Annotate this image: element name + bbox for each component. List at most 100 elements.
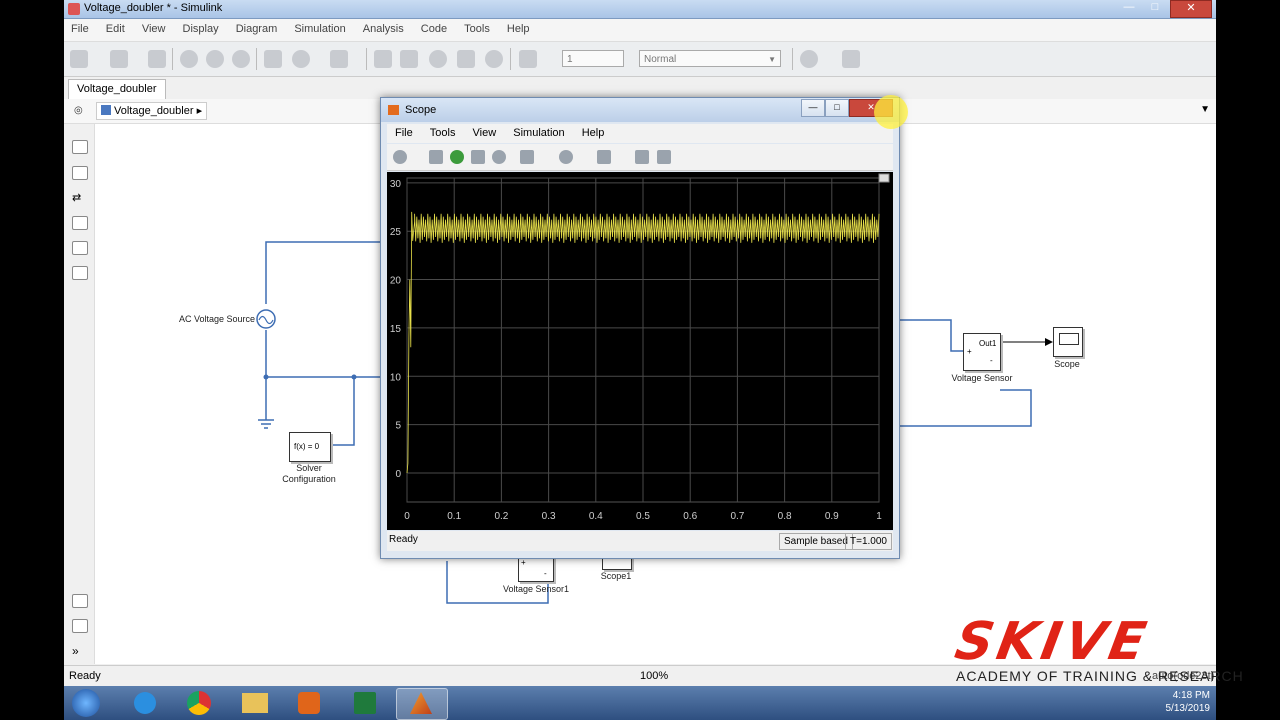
- highlight-simulink-block-icon[interactable]: [520, 150, 534, 164]
- annotation-icon[interactable]: [72, 216, 88, 230]
- data-inspector-icon[interactable]: [519, 50, 537, 68]
- image-icon[interactable]: [72, 241, 88, 255]
- chrome-icon: [187, 691, 211, 715]
- model-advisor-icon[interactable]: [800, 50, 818, 68]
- scope-plot-area[interactable]: 0 0.1 0.2 0.3 0.4 0.5 0.6 0.7 0.8 0.9 1 0 5 10 15 20 25 3…: [387, 172, 893, 530]
- step-back-icon[interactable]: [374, 50, 392, 68]
- gear-icon[interactable]: [393, 150, 407, 164]
- toolbar: 1 Normal ▼: [64, 42, 1216, 77]
- scope-menu-view[interactable]: View: [465, 124, 503, 139]
- excel-icon: [354, 692, 376, 714]
- solver-configuration-block[interactable]: f(x) = 0: [289, 432, 331, 462]
- scope-minimize-button[interactable]: —: [801, 99, 825, 117]
- menu-help[interactable]: Help: [500, 19, 537, 35]
- y-tick-label: 20: [390, 276, 402, 287]
- scope-menu-file[interactable]: File: [387, 124, 419, 139]
- library-browser-icon[interactable]: [264, 50, 282, 68]
- new-model-icon[interactable]: [70, 50, 88, 68]
- junction-dot: [263, 374, 269, 380]
- taskbar-file-explorer[interactable]: [230, 688, 280, 718]
- x-tick-label: 1: [876, 511, 882, 522]
- voltage-sensor-block[interactable]: Out1 + -: [963, 333, 1001, 371]
- forward-arrow-icon[interactable]: [206, 50, 224, 68]
- camera-icon[interactable]: [72, 594, 88, 608]
- breadcrumb[interactable]: Voltage_doubler ▸: [96, 102, 208, 120]
- wire-sensor-plus[interactable]: [899, 319, 963, 352]
- build-model-icon[interactable]: [842, 50, 860, 68]
- y-tick-label: 25: [390, 227, 402, 238]
- taskbar-excel[interactable]: [340, 688, 390, 718]
- scope-menu-help[interactable]: Help: [574, 124, 611, 139]
- taskbar-internet-explorer[interactable]: [120, 688, 170, 718]
- open-icon[interactable]: [110, 50, 128, 68]
- taskbar-chrome[interactable]: [174, 688, 224, 718]
- close-button[interactable]: ✕: [1170, 0, 1212, 18]
- status-ready: Ready: [69, 670, 101, 682]
- simulation-mode-select[interactable]: Normal ▼: [639, 50, 781, 67]
- step-back-small-icon[interactable]: [400, 50, 418, 68]
- solver-label-line1: Solver: [296, 463, 322, 473]
- stop-time-input[interactable]: 1: [562, 50, 624, 67]
- taskbar-media-player[interactable]: [284, 688, 334, 718]
- scope-menu-simulation[interactable]: Simulation: [505, 124, 570, 139]
- up-arrow-icon[interactable]: [232, 50, 250, 68]
- menu-file[interactable]: File: [64, 19, 96, 35]
- zoom-in-icon[interactable]: [559, 150, 573, 164]
- logo-brand: SKIVE: [950, 612, 1155, 672]
- internet-explorer-icon: [134, 692, 156, 714]
- scope-block[interactable]: [1053, 327, 1083, 357]
- y-tick-label: 30: [390, 179, 402, 190]
- run-icon[interactable]: [450, 150, 464, 164]
- scale-axes-icon[interactable]: [597, 150, 611, 164]
- scope-maximize-button[interactable]: □: [825, 99, 849, 117]
- run-icon[interactable]: [429, 50, 447, 68]
- simulink-app-icon: [68, 3, 80, 15]
- ground-icon[interactable]: [258, 419, 274, 429]
- taskbar-matlab[interactable]: [396, 688, 448, 720]
- menu-code[interactable]: Code: [414, 19, 454, 35]
- minimize-button[interactable]: —: [1116, 0, 1142, 16]
- plus-port: +: [521, 558, 526, 567]
- menu-display[interactable]: Display: [176, 19, 226, 35]
- triggers-icon[interactable]: [635, 150, 649, 164]
- step-forward-icon[interactable]: [457, 50, 475, 68]
- menu-simulation[interactable]: Simulation: [287, 19, 352, 35]
- property-inspector-icon[interactable]: [72, 619, 88, 633]
- expand-icon[interactable]: »: [72, 644, 86, 658]
- maximize-button[interactable]: □: [1142, 0, 1168, 16]
- area-icon[interactable]: [72, 266, 88, 280]
- tab-row: Voltage_doubler: [64, 77, 1216, 99]
- wire-solver[interactable]: [330, 377, 355, 446]
- y-tick-label: 0: [395, 469, 401, 480]
- save-icon[interactable]: [148, 50, 166, 68]
- chevron-down-icon[interactable]: ▼: [1200, 104, 1210, 115]
- wire-sensor-minus[interactable]: [899, 389, 1032, 427]
- measurements-icon[interactable]: [657, 150, 671, 164]
- menu-tools[interactable]: Tools: [457, 19, 497, 35]
- step-back-icon[interactable]: [429, 150, 443, 164]
- start-button[interactable]: [66, 688, 106, 718]
- hide-explorer-bar-icon[interactable]: ◎: [74, 105, 83, 116]
- clock-date: 5/13/2019: [1165, 703, 1211, 714]
- menu-analysis[interactable]: Analysis: [356, 19, 411, 35]
- matlab-icon: [410, 692, 432, 714]
- menu-diagram[interactable]: Diagram: [229, 19, 285, 35]
- menu-view[interactable]: View: [135, 19, 173, 35]
- menu-edit[interactable]: Edit: [99, 19, 132, 35]
- scope-menu-tools[interactable]: Tools: [422, 124, 462, 139]
- stop-icon[interactable]: [492, 150, 506, 164]
- ac-source-symbol[interactable]: [256, 309, 276, 329]
- step-forward-icon[interactable]: [471, 150, 485, 164]
- gear-icon[interactable]: [292, 50, 310, 68]
- fit-to-view-icon[interactable]: [72, 166, 88, 180]
- chevron-down-icon: ▼: [768, 55, 776, 64]
- scope-time: T=1.000: [845, 533, 892, 550]
- stop-icon[interactable]: [485, 50, 503, 68]
- model-explorer-icon[interactable]: [330, 50, 348, 68]
- zoom-icon[interactable]: [72, 140, 88, 154]
- scope-window: Scope — □ ✕ File Tools View Simulation H…: [380, 97, 900, 559]
- arrows-icon[interactable]: ⇄: [72, 191, 86, 204]
- scope-status-ready: Ready: [389, 534, 418, 545]
- tab-voltage-doubler[interactable]: Voltage_doubler: [68, 79, 166, 99]
- back-arrow-icon[interactable]: [180, 50, 198, 68]
